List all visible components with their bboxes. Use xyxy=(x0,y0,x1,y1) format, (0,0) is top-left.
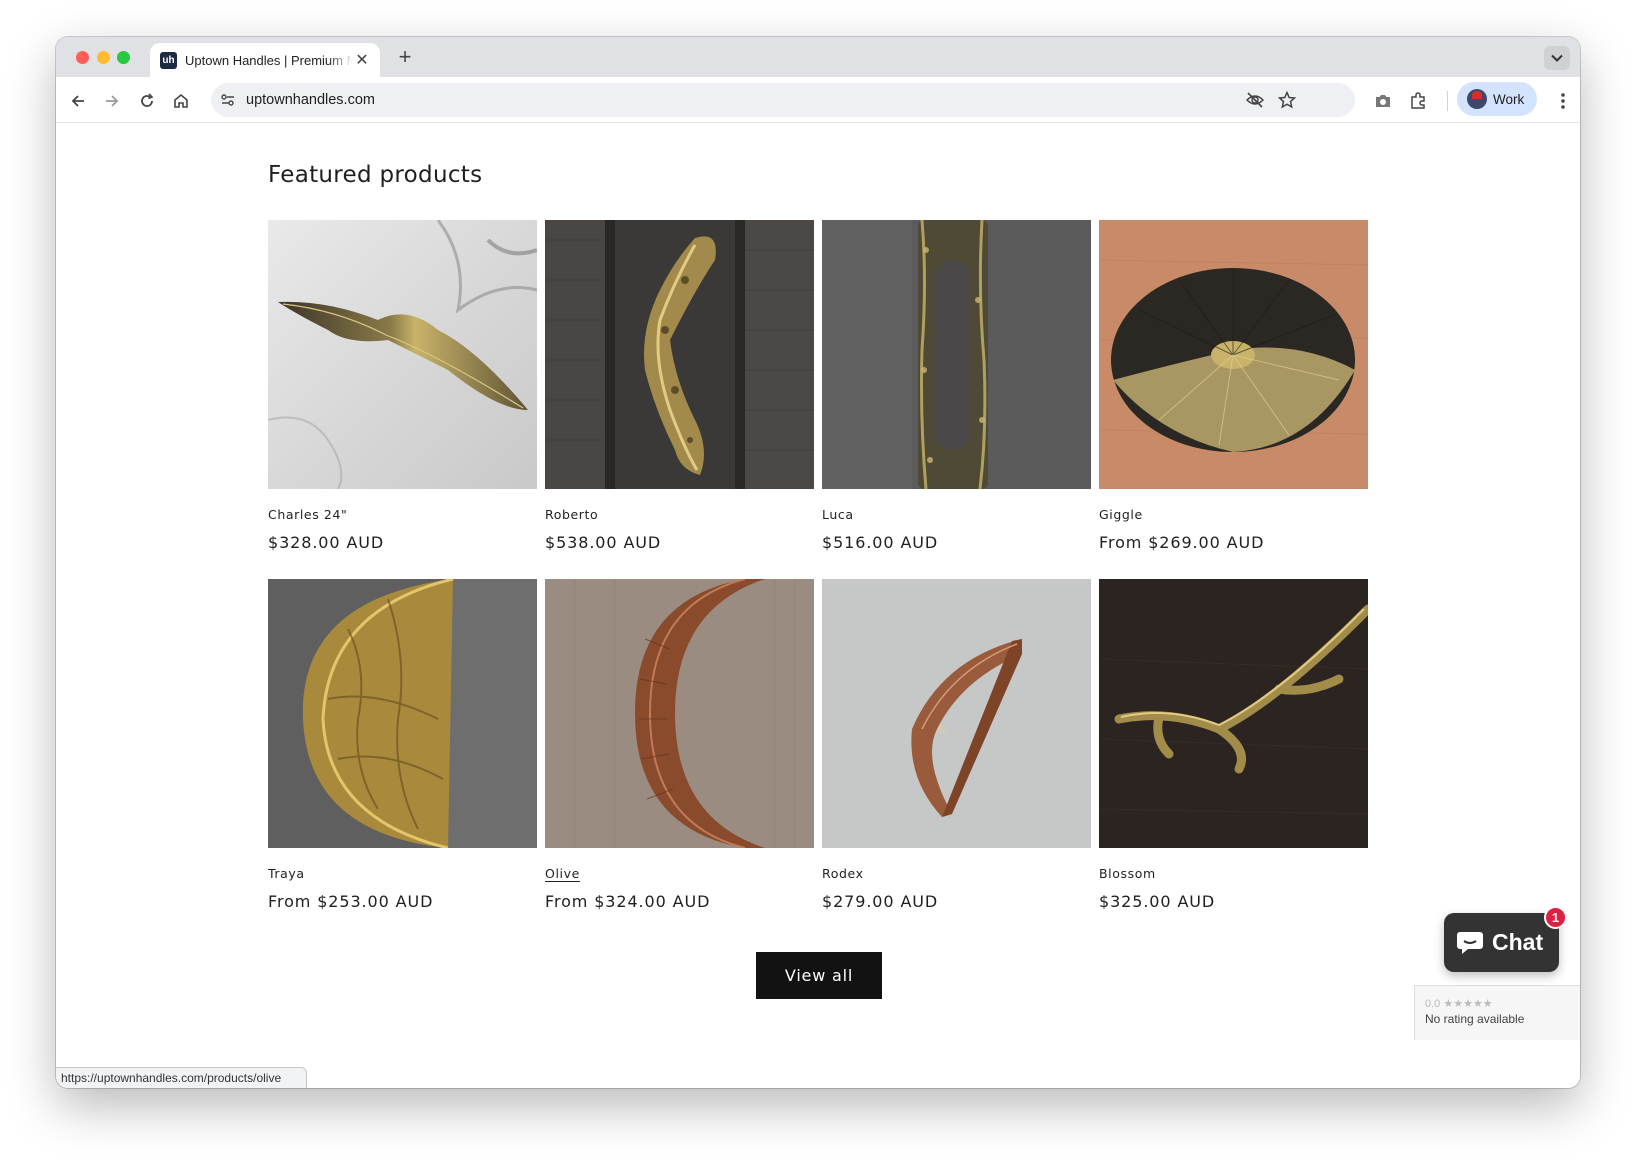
browser-window: uh Uptown Handles | Premium Modern Cabin… xyxy=(56,37,1580,1088)
product-image[interactable] xyxy=(545,220,814,489)
product-card[interactable]: Traya From $253.00 AUD xyxy=(268,579,537,911)
toolbar-divider xyxy=(1447,91,1448,111)
product-image[interactable] xyxy=(1099,579,1368,848)
product-name[interactable]: Traya xyxy=(268,866,537,881)
camera-icon[interactable] xyxy=(1371,89,1395,113)
chat-label: Chat xyxy=(1492,929,1544,955)
product-name[interactable]: Charles 24" xyxy=(268,507,537,522)
product-card[interactable]: Giggle From $269.00 AUD xyxy=(1099,220,1368,552)
page-title: Featured products xyxy=(268,162,483,188)
site-favicon-icon: uh xyxy=(160,51,177,69)
product-card[interactable]: Rodex $279.00 AUD xyxy=(822,579,1091,911)
chat-notification-badge: 1 xyxy=(1544,906,1567,929)
status-url-bar: https://uptownhandles.com/products/olive xyxy=(56,1067,307,1088)
tab-search-dropdown-icon[interactable] xyxy=(1544,46,1570,70)
rating-stars: 0.0 ★★★★★ xyxy=(1425,997,1570,1010)
product-image[interactable] xyxy=(268,220,537,489)
back-arrow-icon[interactable] xyxy=(66,89,90,113)
product-image[interactable] xyxy=(1099,220,1368,489)
extensions-puzzle-icon[interactable] xyxy=(1406,89,1430,113)
view-all-button[interactable]: View all xyxy=(756,952,882,999)
product-image[interactable] xyxy=(822,579,1091,848)
rating-widget[interactable]: 0.0 ★★★★★ No rating available xyxy=(1414,985,1580,1040)
chat-bubble-icon xyxy=(1456,930,1484,956)
product-card[interactable]: Roberto $538.00 AUD xyxy=(545,220,814,552)
product-price: $538.00 AUD xyxy=(545,533,662,552)
product-name[interactable]: Roberto xyxy=(545,507,814,522)
site-settings-icon[interactable] xyxy=(220,92,236,113)
page-content: Featured products Charles 24" $328.00 AU… xyxy=(56,124,1580,1088)
product-image[interactable] xyxy=(822,220,1091,489)
product-name[interactable]: Rodex xyxy=(822,866,1091,881)
browser-tab[interactable]: uh Uptown Handles | Premium Modern Cabin… xyxy=(150,43,380,77)
avatar xyxy=(1467,89,1487,109)
product-price: $325.00 AUD xyxy=(1099,892,1216,911)
address-bar[interactable]: uptownhandles.com xyxy=(211,83,1355,117)
product-price: $516.00 AUD xyxy=(822,533,939,552)
new-tab-button[interactable]: + xyxy=(392,44,418,70)
product-price: $279.00 AUD xyxy=(822,892,939,911)
product-price: From $269.00 AUD xyxy=(1099,533,1265,552)
more-menu-icon[interactable] xyxy=(1551,89,1575,113)
close-tab-icon[interactable]: ✕ xyxy=(354,50,370,70)
forward-arrow-icon[interactable] xyxy=(100,89,124,113)
close-window-button[interactable] xyxy=(76,51,89,64)
product-image[interactable] xyxy=(268,579,537,848)
product-name[interactable]: Giggle xyxy=(1099,507,1368,522)
product-card[interactable]: Charles 24" $328.00 AUD xyxy=(268,220,537,552)
profile-label: Work xyxy=(1493,91,1525,107)
minimize-window-button[interactable] xyxy=(97,51,110,64)
star-icons: ★★★★★ xyxy=(1443,998,1493,1010)
home-icon[interactable] xyxy=(169,89,193,113)
product-price: From $324.00 AUD xyxy=(545,892,711,911)
browser-toolbar: uptownhandles.com Work xyxy=(56,77,1580,123)
eye-slash-icon[interactable] xyxy=(1245,91,1265,114)
maximize-window-button[interactable] xyxy=(117,51,130,64)
product-card[interactable]: Olive From $324.00 AUD xyxy=(545,579,814,911)
tab-strip: uh Uptown Handles | Premium Modern Cabin… xyxy=(56,37,1580,77)
product-card[interactable]: Luca $516.00 AUD xyxy=(822,220,1091,552)
product-name[interactable]: Luca xyxy=(822,507,1091,522)
reload-icon[interactable] xyxy=(135,89,159,113)
url-text: uptownhandles.com xyxy=(246,92,375,108)
product-name[interactable]: Olive xyxy=(545,866,814,881)
product-price: $328.00 AUD xyxy=(268,533,385,552)
chat-button[interactable]: Chat xyxy=(1444,913,1559,972)
profile-chip[interactable]: Work xyxy=(1457,82,1537,116)
bookmark-star-icon[interactable] xyxy=(1277,90,1297,114)
product-price: From $253.00 AUD xyxy=(268,892,434,911)
product-image[interactable] xyxy=(545,579,814,848)
product-card[interactable]: Blossom $325.00 AUD xyxy=(1099,579,1368,911)
tab-title: Uptown Handles | Premium Modern Cabinet … xyxy=(185,52,353,68)
rating-score: 0.0 xyxy=(1425,998,1441,1010)
rating-text: No rating available xyxy=(1425,1012,1525,1026)
product-name[interactable]: Blossom xyxy=(1099,866,1368,881)
